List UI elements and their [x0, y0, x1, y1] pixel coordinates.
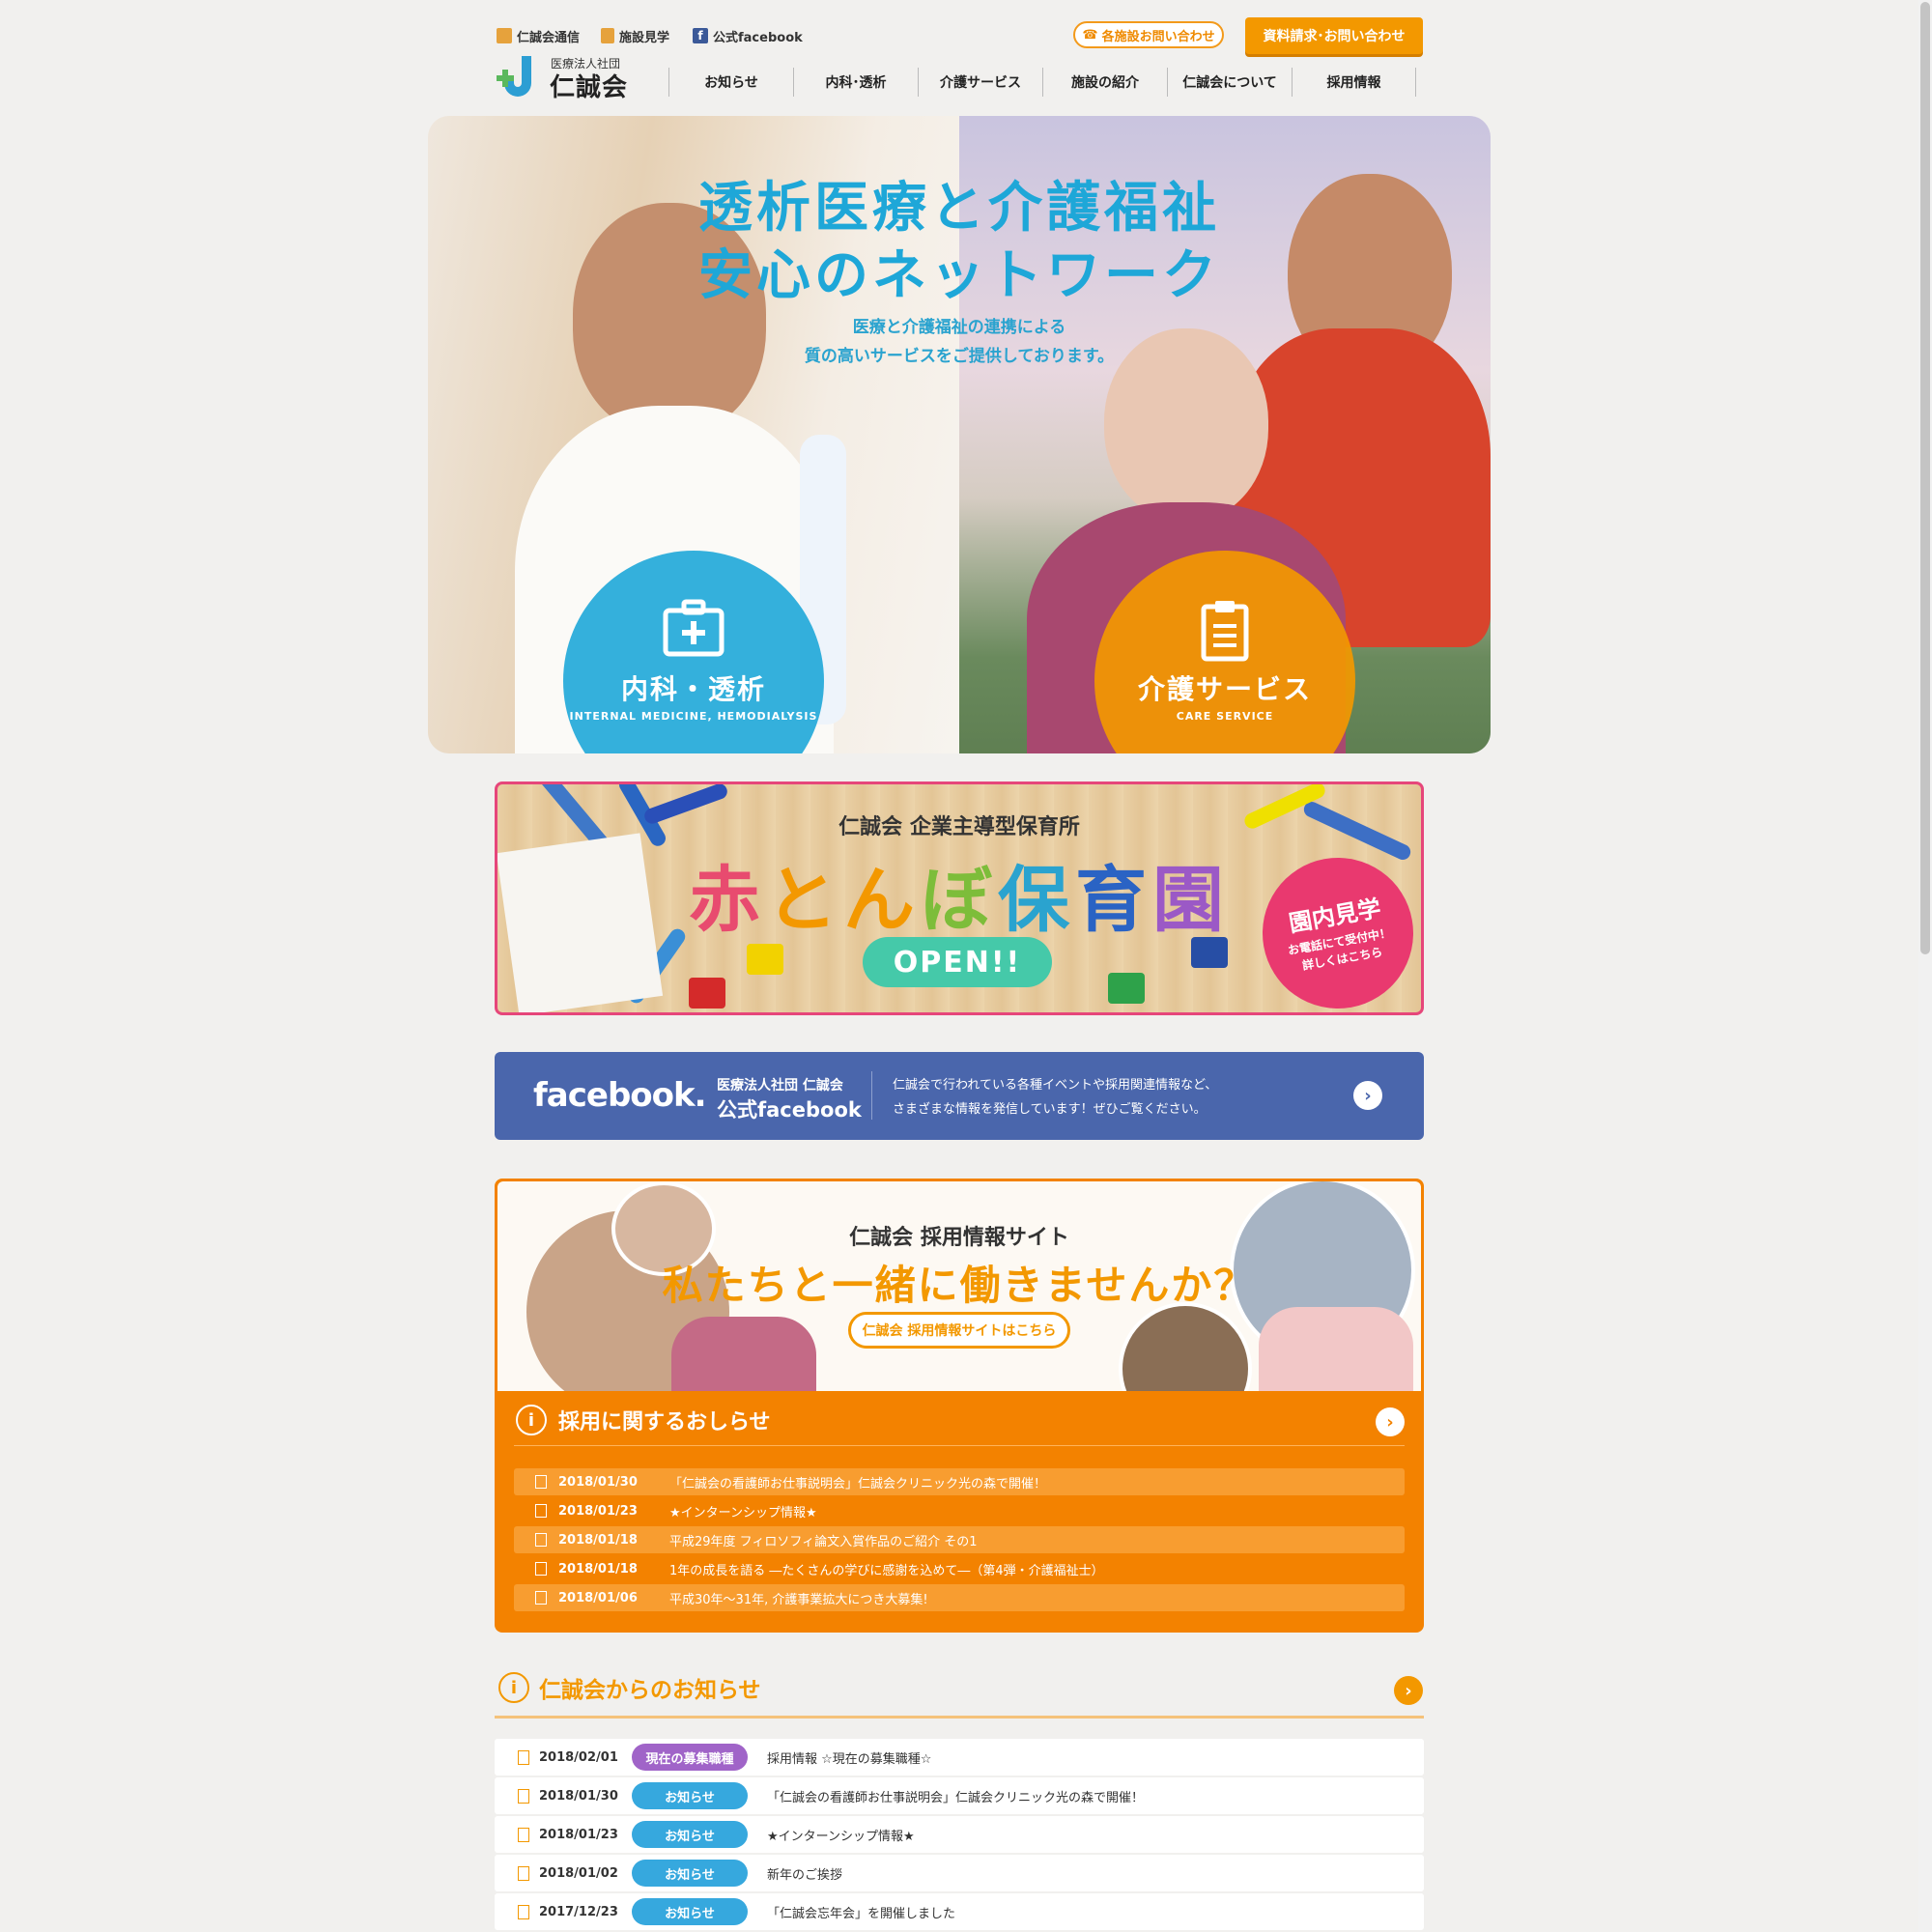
news-row[interactable]: 2017/12/23 お知らせ 「仁誠会忘年会」を開催しました	[495, 1893, 1424, 1930]
top-link-newsletter[interactable]: 仁誠会通信	[497, 27, 580, 45]
document-icon	[535, 1533, 547, 1547]
sign-icon	[601, 28, 614, 43]
hero-title-line1: 透析医療と介護福祉	[698, 177, 1220, 240]
recruit-site-button[interactable]: 仁誠会 採用情報サイトはこちら	[848, 1312, 1070, 1349]
facebook-icon: f	[693, 28, 708, 43]
nav-item-care-service[interactable]: 介護サービス	[918, 68, 1042, 97]
toy-block	[1108, 973, 1145, 1004]
category-badge: お知らせ	[632, 1860, 748, 1887]
recruit-news-row[interactable]: 2018/01/06 平成30年～31年, 介護事業拡大につき大募集!	[514, 1584, 1405, 1611]
news-row[interactable]: 2018/01/02 お知らせ 新年のご挨拶	[495, 1855, 1424, 1891]
recruit-news-row[interactable]: 2018/01/23 ★インターンシップ情報★	[514, 1497, 1405, 1524]
nursery-subtitle: 仁誠会 企業主導型保育所	[838, 815, 1080, 839]
facebook-name: 公式facebook	[717, 1098, 862, 1122]
divider	[495, 1716, 1424, 1719]
medical-bag-icon	[663, 599, 724, 657]
news-row[interactable]: 2018/02/01 現在の募集職種 採用情報 ☆現在の募集職種☆	[495, 1739, 1424, 1776]
nav-item-news[interactable]: お知らせ	[668, 68, 793, 97]
document-icon	[518, 1865, 529, 1881]
divider	[871, 1071, 872, 1120]
category-badge: お知らせ	[632, 1782, 748, 1809]
category-badge: 現在の募集職種	[632, 1744, 748, 1771]
recruit-photo	[671, 1317, 816, 1391]
news-row[interactable]: 2018/01/23 お知らせ ★インターンシップ情報★	[495, 1816, 1424, 1853]
document-icon	[518, 1749, 529, 1765]
phone-icon: ☎	[1082, 27, 1098, 43]
top-link-facility-tour[interactable]: 施設見学	[601, 27, 669, 45]
document-icon	[535, 1504, 547, 1518]
facebook-description-line2: さまざまな情報を発信しています！ぜひご覧ください。	[893, 1102, 1207, 1117]
book-icon	[497, 28, 512, 43]
hero-title-line2: 安心のネットワーク	[698, 244, 1220, 307]
hero-subtitle-line2: 質の高いサービスをご提供しております。	[804, 347, 1115, 366]
clipboard-icon	[1201, 601, 1249, 662]
recruit-site-banner[interactable]: 仁誠会 採用情報サイト 私たちと一緒に働きませんか？ 仁誠会 採用情報サイトはこ…	[497, 1181, 1421, 1391]
facility-contact-button[interactable]: ☎ 各施設お問い合わせ	[1073, 21, 1224, 48]
document-icon	[518, 1788, 529, 1804]
divider	[514, 1445, 1405, 1446]
document-icon	[535, 1562, 547, 1576]
hero-subtitle-line1: 医療と介護福祉の連携による	[852, 318, 1066, 337]
nav-item-internal-medicine[interactable]: 内科･透析	[793, 68, 918, 97]
news-heading[interactable]: i 仁誠会からのお知らせ	[498, 1671, 761, 1704]
logo-title[interactable]: 仁誠会	[550, 68, 628, 103]
toy-block	[689, 978, 725, 1009]
facebook-logo: facebook.	[533, 1076, 707, 1115]
document-icon	[518, 1827, 529, 1842]
news-row[interactable]: 2018/01/30 お知らせ 「仁誠会の看護師お仕事説明会」仁誠会クリニック光…	[495, 1777, 1424, 1814]
recruit-photo	[1259, 1307, 1413, 1391]
nav-item-facilities[interactable]: 施設の紹介	[1042, 68, 1167, 97]
facebook-banner[interactable]: facebook. 医療法人社団 仁誠会 公式facebook 仁誠会で行われて…	[495, 1052, 1424, 1140]
nursery-banner[interactable]: 仁誠会 企業主導型保育所 赤とんぼ保育園 OPEN!! 園内見学 お電話にて受付…	[495, 781, 1424, 1015]
recruit-news-heading[interactable]: i 採用に関するおしらせ	[516, 1405, 771, 1435]
scrollbar-thumb[interactable]	[1920, 2, 1930, 954]
category-badge: お知らせ	[632, 1821, 748, 1848]
recruit-photo	[1119, 1302, 1252, 1391]
top-link-facebook[interactable]: f 公式facebook	[693, 27, 803, 45]
recruit-title: 私たちと一緒に働きませんか？	[662, 1262, 1257, 1309]
category-badge: お知らせ	[632, 1898, 748, 1925]
recruit-news-row[interactable]: 2018/01/18 平成29年度 フィロソフィ論文入賞作品のご紹介 その1	[514, 1526, 1405, 1553]
facebook-description-line1: 仁誠会で行われている各種イベントや採用関連情報など、	[893, 1078, 1218, 1093]
info-icon: i	[498, 1672, 529, 1703]
nav-item-recruit[interactable]: 採用情報	[1292, 68, 1416, 97]
recruit-news-row[interactable]: 2018/01/18 1年の成長を語る ―たくさんの学びに感謝を込めて―（第4弾…	[514, 1555, 1405, 1582]
hero-banner: 透析医療と介護福祉 安心のネットワーク 医療と介護福祉の連携による 質の高いサー…	[428, 116, 1491, 753]
logo-icon[interactable]	[495, 54, 535, 99]
document-icon	[535, 1475, 547, 1489]
document-icon	[518, 1904, 529, 1919]
recruit-section: 仁誠会 採用情報サイト 私たちと一緒に働きませんか？ 仁誠会 採用情報サイトはこ…	[495, 1179, 1424, 1633]
recruit-news-row[interactable]: 2018/01/30 「仁誠会の看護師お仕事説明会」仁誠会クリニック光の森で開催…	[514, 1468, 1405, 1495]
chevron-right-icon[interactable]: ›	[1394, 1676, 1423, 1705]
info-icon: i	[516, 1405, 547, 1435]
facebook-org: 医療法人社団 仁誠会	[717, 1078, 843, 1094]
request-contact-button[interactable]: 資料請求･お問い合わせ	[1245, 17, 1423, 54]
nursery-open-badge: OPEN!!	[863, 937, 1052, 987]
nav-item-about[interactable]: 仁誠会について	[1167, 68, 1292, 97]
document-icon	[535, 1591, 547, 1605]
chevron-right-icon[interactable]: ›	[1353, 1081, 1382, 1110]
toy-block	[747, 944, 783, 975]
chevron-right-icon[interactable]: ›	[1376, 1407, 1405, 1436]
recruit-subtitle: 仁誠会 採用情報サイト	[849, 1226, 1069, 1250]
main-nav: お知らせ 内科･透析 介護サービス 施設の紹介 仁誠会について 採用情報	[668, 68, 1416, 97]
